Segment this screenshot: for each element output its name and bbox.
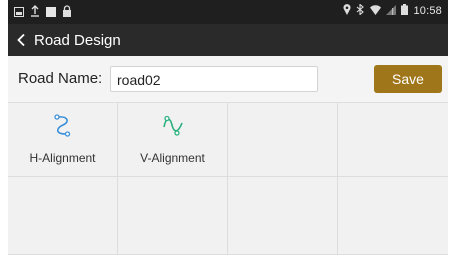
tool-label: V-Alignment — [140, 151, 205, 165]
v-alignment-icon — [162, 113, 184, 139]
tool-label: H-Alignment — [29, 151, 96, 165]
road-name-label: Road Name: — [18, 70, 103, 87]
tool-empty — [8, 177, 118, 255]
signal-icon — [386, 4, 397, 18]
lock-icon — [62, 4, 72, 22]
battery-icon — [401, 4, 409, 18]
road-name-input[interactable]: road02 — [110, 66, 318, 92]
location-icon — [343, 4, 351, 18]
upload-icon — [30, 4, 40, 22]
tool-empty — [228, 177, 338, 255]
save-button[interactable]: Save — [374, 65, 442, 93]
app-bar: Road Design — [8, 24, 448, 56]
tool-empty — [118, 177, 228, 255]
h-alignment-icon — [52, 113, 74, 139]
status-time: 10:58 — [413, 5, 442, 17]
tool-grid: H-Alignment V-Alignment — [8, 103, 448, 255]
notification-icon — [14, 4, 24, 22]
device-screen: 10:58 Road Design Road Name: road02 Save… — [8, 0, 448, 255]
status-bar: 10:58 — [8, 0, 448, 24]
page-title: Road Design — [34, 31, 121, 49]
wifi-icon — [370, 4, 382, 18]
tool-empty — [338, 177, 448, 255]
tool-empty — [228, 103, 338, 177]
chevron-left-icon[interactable] — [16, 33, 30, 47]
square-icon — [46, 4, 56, 22]
tool-h-alignment[interactable]: H-Alignment — [8, 103, 118, 177]
tool-v-alignment[interactable]: V-Alignment — [118, 103, 228, 177]
road-name-row: Road Name: road02 Save — [8, 56, 448, 103]
tool-empty — [338, 103, 448, 177]
bluetooth-icon — [356, 3, 365, 18]
